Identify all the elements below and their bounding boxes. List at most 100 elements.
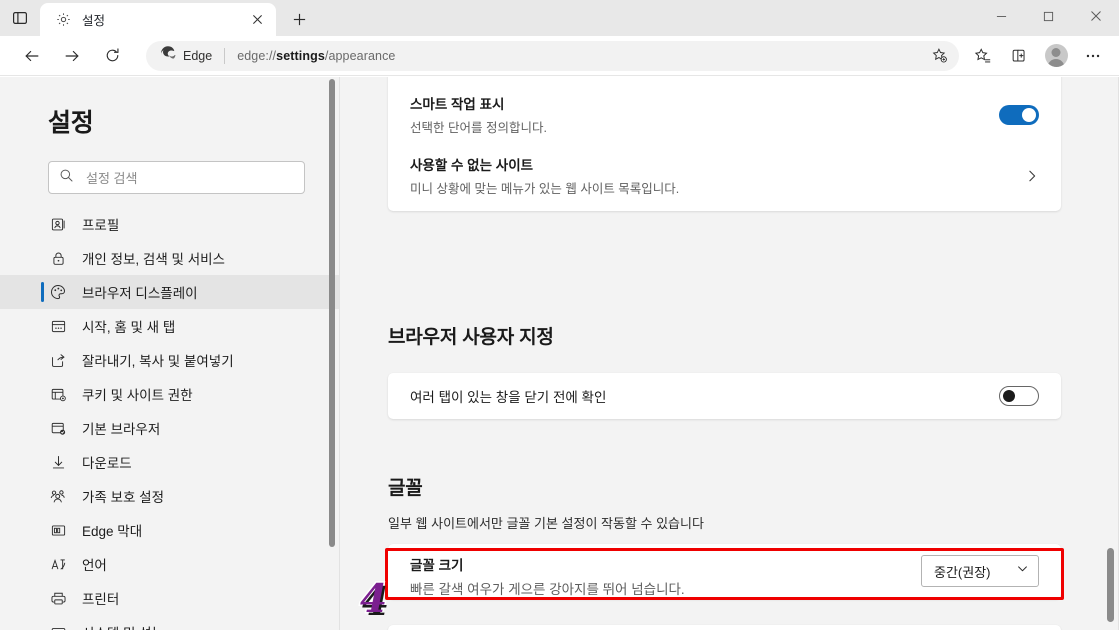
family-icon <box>48 486 68 506</box>
edge-badge-label: Edge <box>183 48 213 63</box>
printer-icon <box>48 588 68 608</box>
sidebar-item-label: 가족 보호 설정 <box>82 490 165 505</box>
row-title: 글꼴 크기 <box>410 558 464 573</box>
sidebar-item-startup[interactable]: 시작, 홈 및 새 탭 <box>0 309 340 343</box>
toggle-knob <box>1003 390 1015 402</box>
collections-icon[interactable] <box>1001 40 1037 72</box>
settings-content: 스마트 작업 표시 선택한 단어를 정의합니다. 사용할 수 없는 사이트 미니… <box>340 77 1119 630</box>
row-title: 스마트 작업 표시 <box>410 97 505 112</box>
sidebar-item-cookies[interactable]: 쿠키 및 사이트 권한 <box>0 377 340 411</box>
window-tabs-icon <box>48 316 68 336</box>
sidebar-item-family[interactable]: 가족 보호 설정 <box>0 479 340 513</box>
close-button[interactable] <box>1072 0 1119 32</box>
page-title: 설정 <box>48 109 94 137</box>
share-clipboard-icon <box>48 350 68 370</box>
favorites-list-icon[interactable] <box>965 40 1001 72</box>
close-icon[interactable] <box>246 9 268 31</box>
unavailable-sites-row[interactable]: 사용할 수 없는 사이트 미니 상황에 맞는 메뉴가 있는 웹 사이트 목록입니… <box>388 136 1061 197</box>
browser-tab[interactable]: 설정 <box>40 3 276 36</box>
sidebar-item-label: 언어 <box>82 558 107 573</box>
font-size-row[interactable]: 글꼴 크기 빠른 갈색 여우가 게으른 강아지를 뛰어 넘습니다. 중간(권장) <box>388 544 1061 598</box>
omnibox-separator <box>224 47 226 64</box>
sidebar-item-label: 다운로드 <box>82 456 132 471</box>
back-arrow-icon[interactable] <box>14 40 50 72</box>
sidebar-item-label: 잘라내기, 복사 및 붙여넣기 <box>82 354 234 369</box>
row-texts: 글꼴 크기 빠른 갈색 여우가 게으른 강아지를 뛰어 넘습니다. <box>410 554 921 598</box>
language-icon <box>48 554 68 574</box>
confirm-close-row[interactable]: 여러 탭이 있는 창을 닫기 전에 확인 <box>388 376 1061 416</box>
minimize-button[interactable] <box>978 0 1025 32</box>
smart-actions-row[interactable]: 스마트 작업 표시 선택한 단어를 정의합니다. <box>388 81 1061 136</box>
sidebar-item-profile[interactable]: 프로필 <box>0 207 340 241</box>
row-title: 여러 탭이 있는 창을 닫기 전에 확인 <box>410 390 607 405</box>
default-browser-icon <box>48 418 68 438</box>
confirm-close-toggle[interactable] <box>999 386 1039 406</box>
sidebar-item-system[interactable]: 시스템 및 성능 <box>0 615 340 630</box>
sidebar-item-label: 프로필 <box>82 218 120 233</box>
window-controls <box>978 0 1119 36</box>
smart-actions-card: 스마트 작업 표시 선택한 단어를 정의합니다. 사용할 수 없는 사이트 미니… <box>388 77 1061 211</box>
fonts-heading: 글꼴 <box>388 478 423 499</box>
row-title: 사용할 수 없는 사이트 <box>410 158 534 173</box>
sidebar-item-privacy[interactable]: 개인 정보, 검색 및 서비스 <box>0 241 340 275</box>
font-size-value: 중간(권장) <box>934 564 991 580</box>
url-prefix: edge:// <box>237 48 277 63</box>
row-texts: 여러 탭이 있는 창을 닫기 전에 확인 <box>410 386 999 406</box>
download-icon <box>48 452 68 472</box>
browser-customize-heading: 브라우저 사용자 지정 <box>388 327 554 348</box>
url-bold-part: settings <box>276 48 325 63</box>
profile-avatar-icon[interactable] <box>1037 40 1075 72</box>
tab-actions-icon[interactable] <box>0 0 40 36</box>
sidebar-item-printer[interactable]: 프린터 <box>0 581 340 615</box>
palette-icon <box>48 282 68 302</box>
sidebar-item-edge-bar[interactable]: Edge 막대 <box>0 513 340 547</box>
lock-icon <box>48 248 68 268</box>
tab-title: 설정 <box>82 14 106 28</box>
row-subtitle: 미니 상황에 맞는 메뉴가 있는 웹 사이트 목록입니다. <box>410 182 680 196</box>
browser-window: 설정 Edge edge://settings/appearance 설정 설정… <box>0 0 1119 630</box>
omnibox-actions <box>925 42 953 70</box>
content-scrollbar-thumb[interactable] <box>1107 548 1114 622</box>
chevron-right-icon <box>1025 169 1039 183</box>
sidebar-item-label: 브라우저 디스플레이 <box>82 286 198 301</box>
toggle-knob <box>1022 107 1036 122</box>
font-customize-card: 글꼴 사용자 지정 <box>388 625 1061 630</box>
sidebar-item-label: Edge 막대 <box>82 524 143 539</box>
tab-strip: 설정 <box>0 0 1119 36</box>
sidebar-item-label: 개인 정보, 검색 및 서비스 <box>82 252 225 267</box>
cookies-gear-icon <box>48 384 68 404</box>
edge-logo-icon <box>160 45 176 66</box>
font-size-card: 글꼴 크기 빠른 갈색 여우가 게으른 강아지를 뛰어 넘습니다. 중간(권장) <box>388 544 1061 599</box>
sidebar-item-language[interactable]: 언어 <box>0 547 340 581</box>
browser-customize-card: 여러 탭이 있는 창을 닫기 전에 확인 <box>388 373 1061 419</box>
search-input[interactable]: 설정 검색 <box>48 161 305 194</box>
forward-arrow-icon[interactable] <box>54 40 90 72</box>
sidebar-item-label: 시작, 홈 및 새 탭 <box>82 320 176 335</box>
refresh-icon[interactable] <box>94 40 130 72</box>
sidebar-item-label: 쿠키 및 사이트 권한 <box>82 388 193 403</box>
new-tab-button[interactable] <box>282 4 316 34</box>
fonts-subtext: 일부 웹 사이트에서만 글꼴 기본 설정이 작동할 수 있습니다 <box>388 516 704 531</box>
sidebar-item-clipboard[interactable]: 잘라내기, 복사 및 붙여넣기 <box>0 343 340 377</box>
address-bar[interactable]: Edge edge://settings/appearance <box>146 40 959 71</box>
system-icon <box>48 622 68 630</box>
chevron-down-icon <box>1016 562 1029 580</box>
browser-toolbar: Edge edge://settings/appearance <box>0 36 1119 76</box>
add-favorite-star-icon[interactable] <box>925 42 953 70</box>
sidebar-scrollbar-thumb[interactable] <box>329 79 335 547</box>
maximize-button[interactable] <box>1025 0 1072 32</box>
sidebar-item-label: 시스템 및 성능 <box>82 622 164 630</box>
search-placeholder: 설정 검색 <box>86 171 138 186</box>
row-texts: 사용할 수 없는 사이트 미니 상황에 맞는 메뉴가 있는 웹 사이트 목록입니… <box>410 154 1025 197</box>
url-text: edge://settings/appearance <box>237 49 395 63</box>
sidebar-item-label: 프린터 <box>82 592 120 607</box>
font-size-select[interactable]: 중간(권장) <box>921 555 1039 587</box>
sidebar-item-appearance[interactable]: 브라우저 디스플레이 <box>0 275 340 309</box>
sidebar-item-default-browser[interactable]: 기본 브라우저 <box>0 411 340 445</box>
sidebar-item-downloads[interactable]: 다운로드 <box>0 445 340 479</box>
row-texts: 스마트 작업 표시 선택한 단어를 정의합니다. <box>410 93 999 136</box>
more-options-icon[interactable] <box>1075 40 1111 72</box>
sidebar-item-label: 기본 브라우저 <box>82 422 161 437</box>
settings-sidebar: 설정 설정 검색 프로필 개인 정보, 검색 및 서비스 브라우저 디스플레이 … <box>0 77 340 630</box>
smart-actions-toggle[interactable] <box>999 104 1039 125</box>
